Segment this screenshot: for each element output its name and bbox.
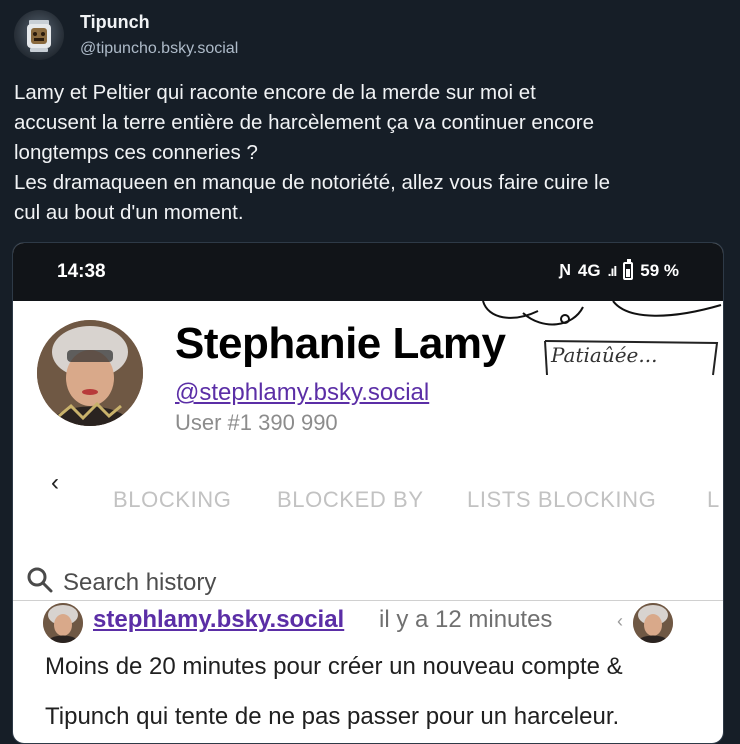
search-history-input[interactable] [63, 569, 663, 597]
history-item-avatar[interactable] [43, 603, 83, 643]
battery-label: 59 % [640, 261, 679, 280]
tab-bar: BLOCKING BLOCKED BY LISTS BLOCKING L [113, 487, 723, 517]
history-item-text-line: Tipunch qui tente de ne pas passer pour … [45, 703, 620, 730]
profile-avatar[interactable] [37, 320, 143, 426]
handwritten-note-text: Patiaûée... [551, 343, 658, 367]
handwritten-note: Patiaûée... [541, 335, 721, 379]
search-divider [13, 600, 723, 601]
search-icon [27, 567, 53, 593]
history-target-avatar-icon [633, 603, 673, 643]
tab-blocking[interactable]: BLOCKING [113, 487, 232, 513]
post-header: Tipunch @tipuncho.bsky.social [14, 10, 726, 64]
signal-icon: .ıl [607, 263, 618, 279]
tab-blocked-by[interactable]: BLOCKED BY [277, 487, 424, 513]
phone-status-bar: 14:38 Ɲ 4G .ıl 59 % [13, 243, 723, 301]
post-text: Lamy et Peltier qui raconte encore de la… [14, 81, 611, 224]
history-item-time: il y a 12 minutes [379, 606, 553, 633]
chevron-left-icon: ‹ [617, 611, 623, 631]
search-row [27, 563, 717, 597]
profile-photo-icon [37, 320, 143, 426]
history-item-handle-link[interactable]: stephlamy.bsky.social [93, 606, 344, 634]
status-icons: Ɲ 4G .ıl 59 % [559, 259, 679, 281]
author-display-name[interactable]: Tipunch [80, 12, 150, 33]
tab-lists-blocking[interactable]: LISTS BLOCKING [467, 487, 656, 513]
tab-overflow[interactable]: L [707, 487, 720, 513]
tiki-lantern-avatar-icon [27, 20, 51, 52]
back-arrow-icon[interactable]: ‹ [51, 469, 59, 497]
history-item-text-line: Moins de 20 minutes pour créer un nouvea… [45, 653, 623, 680]
profile-handle-link[interactable]: @stephlamy.bsky.social [175, 379, 429, 407]
profile-name: Stephanie Lamy [175, 319, 506, 368]
profile-user-number: User #1 390 990 [175, 410, 338, 435]
status-time: 14:38 [57, 261, 106, 282]
author-avatar[interactable] [14, 10, 64, 60]
battery-icon [623, 259, 634, 280]
network-label: 4G [577, 261, 601, 280]
author-handle[interactable]: @tipuncho.bsky.social [80, 40, 238, 58]
embedded-image[interactable]: 14:38 Ɲ 4G .ıl 59 % Stephanie Lamy Patia… [12, 242, 724, 744]
nfc-icon: Ɲ [559, 262, 571, 279]
history-item-target-avatar[interactable] [633, 603, 673, 643]
history-avatar-icon [43, 603, 83, 643]
